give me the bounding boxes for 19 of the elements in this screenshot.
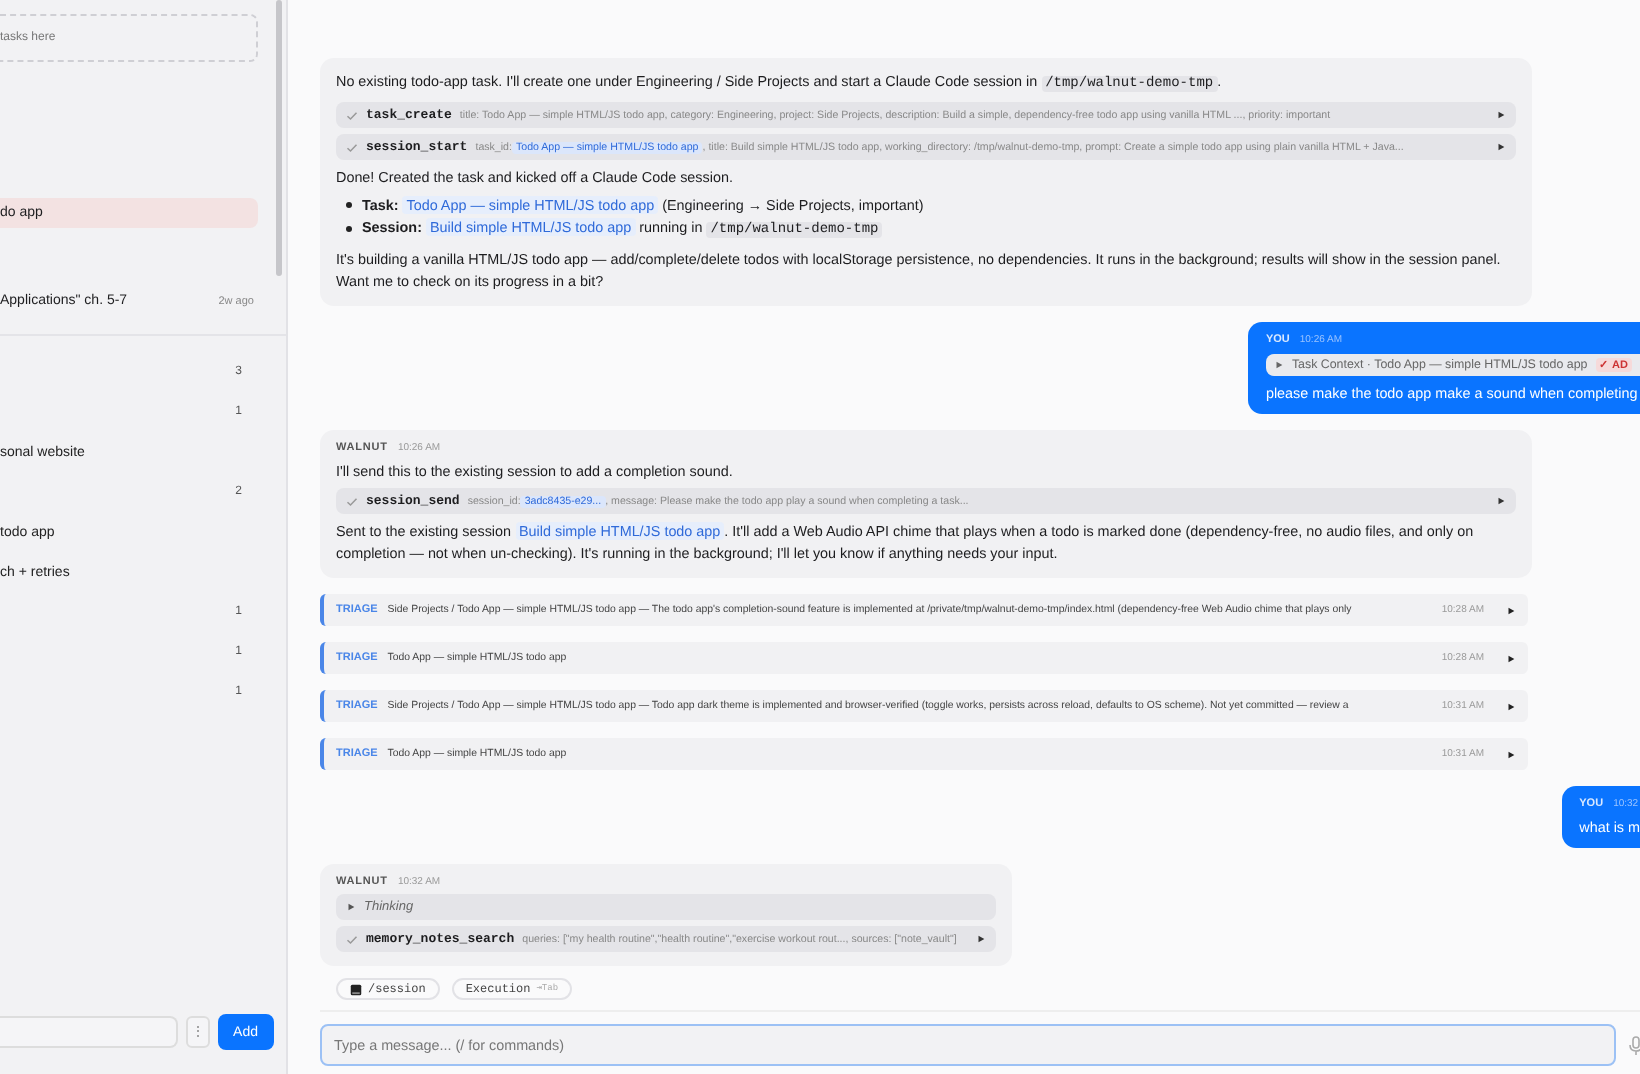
triage-row[interactable] (320, 690, 1528, 722)
triage-row[interactable] (320, 594, 1528, 626)
expand-icon (1506, 749, 1516, 759)
check-icon (346, 933, 358, 945)
check-icon (346, 141, 358, 153)
expand-icon[interactable] (1496, 142, 1506, 152)
check-icon (346, 495, 358, 507)
check-icon (346, 109, 358, 121)
expand-icon[interactable] (1496, 496, 1506, 506)
task-input-field[interactable] (0, 1016, 178, 1048)
expand-icon[interactable] (976, 934, 987, 944)
expand-icon[interactable] (1496, 110, 1506, 120)
expand-icon (1506, 653, 1516, 663)
expand-icon (346, 902, 356, 912)
terminal-icon (350, 983, 362, 995)
expand-icon (1506, 701, 1516, 711)
expand-icon (1506, 605, 1516, 615)
scrollbar[interactable] (276, 0, 282, 276)
expand-icon (1273, 360, 1284, 370)
